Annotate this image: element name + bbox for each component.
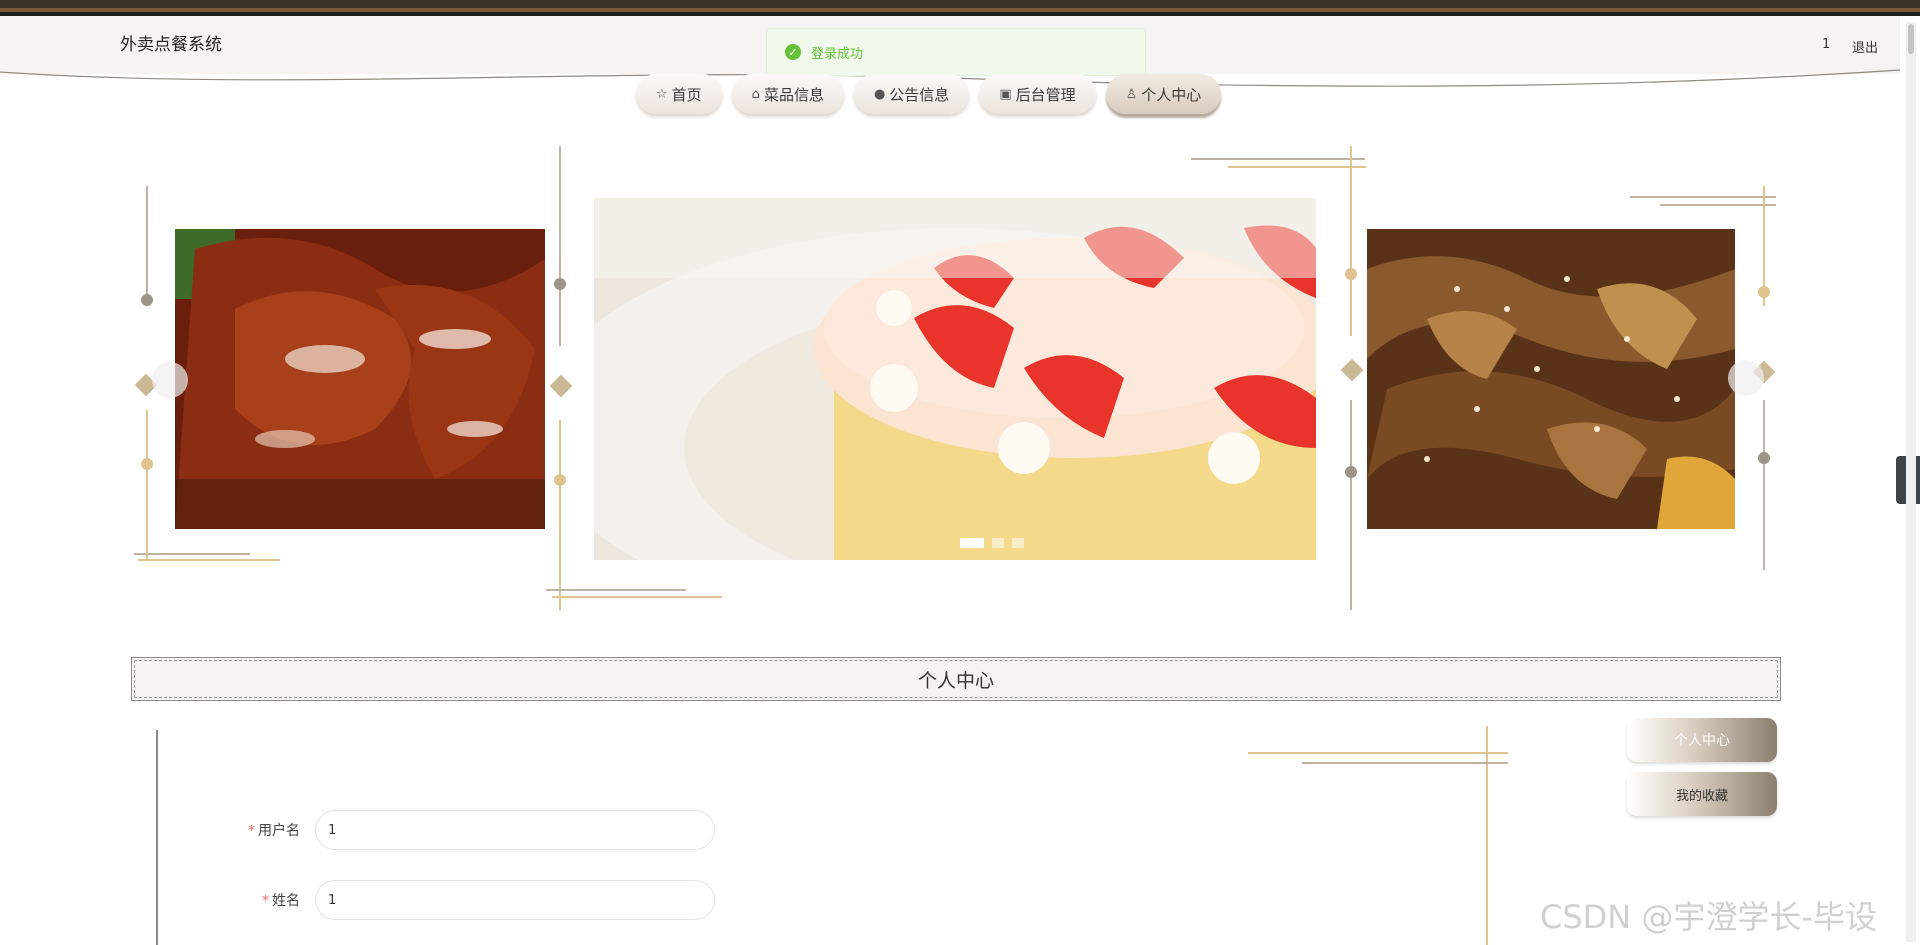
logout-link[interactable]: 退出 (1852, 37, 1878, 56)
nav-item-label: 首页 (671, 85, 702, 104)
nav-item-label: 公告信息 (889, 85, 950, 104)
carousel-indicator[interactable] (992, 538, 1004, 548)
briefcase-icon: ▣ (999, 86, 1012, 102)
alert-icon: ● (873, 86, 886, 102)
carousel-indicator[interactable] (1012, 538, 1024, 548)
nav-item-label: 菜品信息 (763, 85, 824, 104)
side-menu-favorites-button[interactable]: 我的收藏 (1627, 772, 1777, 816)
decoration-line (546, 589, 686, 591)
strawberry-cake-image (594, 198, 1316, 560)
nav-item-label: 后台管理 (1015, 85, 1076, 104)
check-circle-icon: ✓ (785, 44, 801, 60)
carousel-prev-button[interactable] (152, 362, 188, 398)
decoration-line (1350, 400, 1352, 610)
decoration-line (134, 553, 250, 555)
decoration-dot (1758, 452, 1770, 464)
nav-item-announcements[interactable]: ● 公告信息 (853, 74, 970, 114)
decoration-dot (1345, 268, 1357, 280)
username-input[interactable] (315, 810, 715, 850)
decoration-line (138, 559, 280, 561)
carousel-indicator[interactable] (960, 538, 984, 548)
profile-side-menu: 个人中心 我的收藏 (1627, 718, 1777, 826)
nav-item-label: 个人中心 (1141, 85, 1202, 104)
decoration-line (559, 420, 561, 610)
decoration-line (1630, 196, 1776, 198)
main-nav: ☆ 首页 ⌂ 菜品信息 ● 公告信息 ▣ 后台管理 ♙ 个人中心 (636, 74, 1222, 116)
nav-item-home[interactable]: ☆ 首页 (636, 74, 722, 114)
required-asterisk: * (248, 823, 255, 839)
username-row: * 用户名 (230, 810, 715, 850)
decoration-dot (1345, 466, 1357, 478)
decoration-dot (554, 278, 566, 290)
decoration-line (559, 146, 561, 346)
toast-message: 登录成功 (811, 46, 864, 62)
username-label: * 用户名 (230, 820, 300, 840)
section-title-bar: 个人中心 (131, 657, 1781, 701)
slide-roast-duck[interactable] (175, 229, 545, 529)
decoration-line (1302, 762, 1508, 764)
slide-braised-beef[interactable] (1367, 229, 1735, 529)
decoration-line (146, 410, 148, 560)
success-toast: ✓ 登录成功 (766, 28, 1146, 76)
decoration-line (146, 186, 148, 296)
decoration-dot (141, 458, 153, 470)
nav-item-dishes[interactable]: ⌂ 菜品信息 (731, 74, 844, 114)
name-row: * 姓名 (230, 880, 715, 920)
scrollbar-thumb[interactable] (1908, 24, 1914, 54)
name-label: * 姓名 (230, 890, 300, 910)
food-carousel (0, 140, 1920, 620)
decoration-line (1660, 204, 1776, 206)
username-label-text: 用户名 (258, 823, 300, 839)
carousel-next-button[interactable] (1728, 360, 1764, 396)
top-color-strip (0, 0, 1920, 16)
decoration-dot (554, 474, 566, 486)
required-asterisk: * (262, 893, 269, 909)
decoration-line (1191, 158, 1365, 160)
decoration-line (1763, 400, 1765, 570)
site-title: 外卖点餐系统 (120, 35, 222, 55)
decoration-line (1486, 726, 1488, 945)
nav-item-admin[interactable]: ▣ 后台管理 (979, 74, 1096, 114)
name-label-text: 姓名 (272, 893, 300, 909)
carousel-indicators (960, 538, 1024, 548)
page-scrollbar[interactable] (1906, 22, 1916, 942)
braised-beef-image (1367, 229, 1735, 529)
decoration-diamond (1340, 358, 1364, 382)
roast-duck-image (175, 229, 545, 529)
section-title: 个人中心 (917, 669, 994, 692)
decoration-diamond (549, 374, 573, 398)
name-input[interactable] (315, 880, 715, 920)
decoration-line (1228, 166, 1366, 168)
decoration-line (1248, 752, 1508, 754)
slide-strawberry-cake[interactable] (594, 198, 1316, 560)
nav-item-profile[interactable]: ♙ 个人中心 (1105, 74, 1222, 114)
star-icon: ☆ (656, 86, 668, 102)
decoration-dot (141, 294, 153, 306)
decoration-line (552, 596, 722, 598)
decoration-dot (1758, 286, 1770, 298)
watermark: CSDN @宇澄学长-毕设 (1540, 898, 1877, 936)
decoration-line (1350, 146, 1352, 336)
decoration-line (156, 730, 158, 945)
current-user-name: 1 (1822, 37, 1831, 52)
bag-icon: ⌂ (751, 86, 760, 102)
side-menu-profile-button[interactable]: 个人中心 (1627, 718, 1777, 762)
user-icon: ♙ (1125, 86, 1138, 102)
